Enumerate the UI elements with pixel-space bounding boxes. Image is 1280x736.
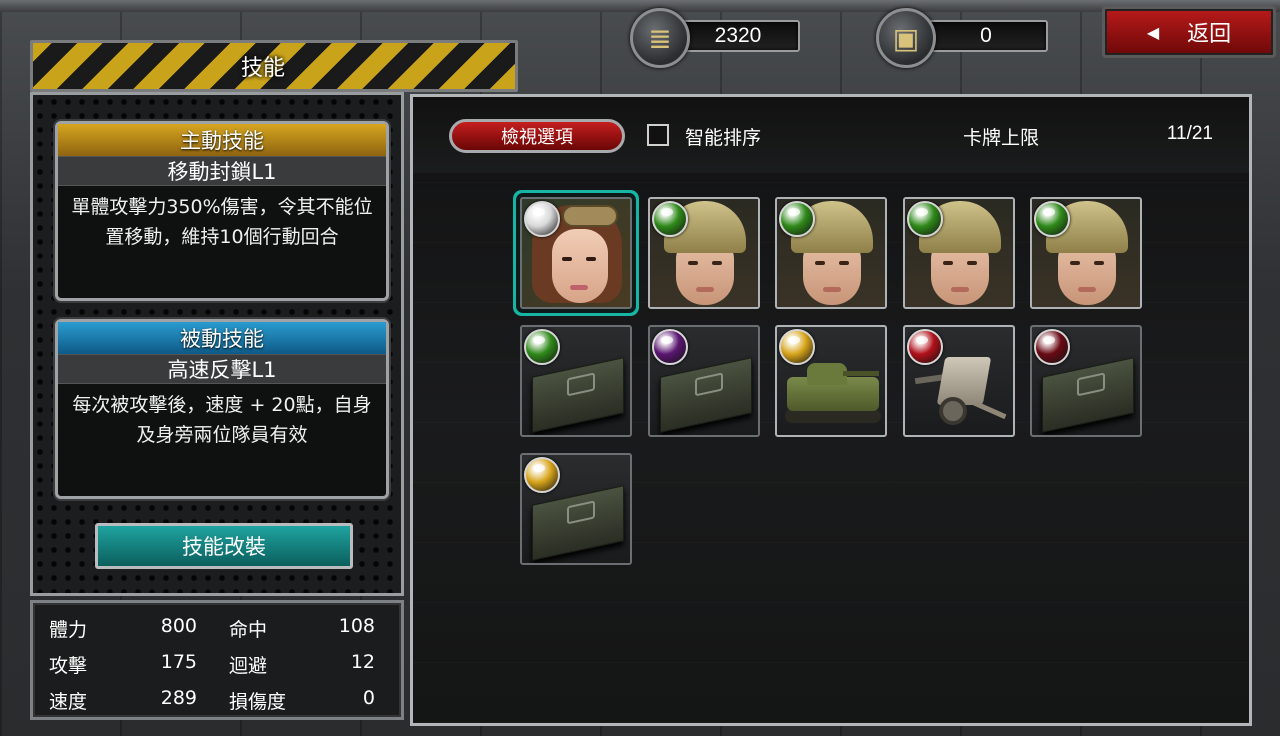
stat-label: 命中	[229, 619, 268, 641]
card-field-gun[interactable]	[902, 325, 1015, 437]
stat-row: 速度 289 損傷度 0	[33, 681, 401, 717]
rarity-gem-icon	[906, 201, 943, 237]
stat-label: 迴避	[229, 655, 268, 677]
skill-panel: 主動技能 移動封鎖L1 單體攻擊力350%傷害，令其不能位置移動，維持10個行動…	[30, 92, 404, 596]
stat-label: 體力	[49, 619, 88, 641]
crate-display: 0	[924, 20, 1048, 52]
skill-modify-button[interactable]: 技能改裝	[95, 523, 353, 569]
card-helmet-girl[interactable]	[775, 197, 887, 309]
active-skill-description: 單體攻擊力350%傷害，令其不能位置移動，維持10個行動回合	[71, 196, 373, 248]
card-pilot-girl[interactable]	[520, 197, 632, 309]
stat-row: 體力 800 命中 108	[33, 609, 401, 645]
rarity-gem-icon	[1034, 329, 1070, 365]
top-metal-strip	[0, 0, 1280, 12]
stat-value: 175	[160, 651, 197, 673]
back-button[interactable]: ◀ 返回	[1102, 6, 1276, 58]
passive-skill-box: 被動技能 高速反擊L1 每次被攻擊後，速度 + 20點，自身及身旁兩位隊員有效	[55, 319, 389, 499]
stat-value: 108	[338, 615, 375, 637]
stat-label: 攻擊	[49, 655, 88, 677]
rarity-gem-icon	[524, 457, 560, 493]
active-skill-header: 主動技能	[58, 124, 386, 156]
card-helmet-girl[interactable]	[1030, 197, 1142, 309]
ammo-crate-icon	[659, 357, 752, 433]
card-ammo-crate[interactable]	[520, 453, 632, 565]
ammo-crate-icon	[1042, 357, 1134, 433]
stat-row: 攻擊 175 迴避 12	[33, 645, 401, 681]
page-title: 技能	[240, 56, 285, 81]
card-camo-tank[interactable]	[775, 325, 887, 437]
rarity-gem-icon	[524, 201, 560, 237]
ammo-crate-icon	[532, 357, 624, 433]
card-limit-label: 卡牌上限	[963, 127, 1040, 149]
view-options-button[interactable]: 檢視選項	[449, 119, 625, 153]
currency-value: 2320	[714, 24, 762, 47]
card-ammo-crate[interactable]	[520, 325, 632, 437]
rarity-gem-icon	[1034, 201, 1070, 237]
stat-value: 0	[362, 687, 375, 709]
smart-sort-checkbox[interactable]	[647, 124, 669, 146]
rarity-gem-icon	[906, 329, 943, 365]
passive-skill-header: 被動技能	[58, 322, 386, 354]
card-ammo-crate[interactable]	[1030, 325, 1142, 437]
back-arrow-icon: ◀	[1146, 22, 1160, 42]
back-label: 返回	[1187, 22, 1232, 47]
title-tab: 技能	[30, 40, 518, 92]
ammo-crate-icon	[532, 485, 624, 561]
active-skill-name: 移動封鎖L1	[58, 156, 386, 186]
rarity-gem-icon	[524, 329, 560, 365]
card-helmet-girl[interactable]	[902, 197, 1015, 309]
stat-value: 12	[350, 651, 375, 673]
treasure-chest-icon: ▣	[876, 8, 936, 68]
rarity-gem-icon	[651, 201, 688, 237]
passive-skill-name: 高速反擊L1	[58, 354, 386, 384]
active-skill-box: 主動技能 移動封鎖L1 單體攻擊力350%傷害，令其不能位置移動，維持10個行動…	[55, 121, 389, 301]
rarity-gem-icon	[779, 329, 815, 365]
card-ammo-crate[interactable]	[647, 325, 760, 437]
stat-value: 800	[160, 615, 197, 637]
card-limit-value: 11/21	[1166, 123, 1213, 144]
rarity-gem-icon	[651, 329, 688, 365]
rarity-gem-icon	[779, 201, 815, 237]
stat-value: 289	[160, 687, 197, 709]
passive-skill-description: 每次被攻擊後，速度 + 20點，自身及身旁兩位隊員有效	[72, 394, 372, 446]
stat-label: 速度	[49, 691, 88, 713]
money-stack-icon: ≣	[630, 8, 690, 68]
currency-display: 2320	[676, 20, 800, 52]
stat-label: 損傷度	[229, 691, 287, 713]
smart-sort-label[interactable]: 智能排序	[685, 123, 761, 150]
card-panel: 檢視選項 智能排序 卡牌上限 11/21	[410, 94, 1252, 726]
card-helmet-girl[interactable]	[647, 197, 760, 309]
crate-value: 0	[980, 24, 992, 47]
stats-panel: 體力 800 命中 108 攻擊 175 迴避 12 速度 289 損傷度 0	[30, 600, 404, 720]
